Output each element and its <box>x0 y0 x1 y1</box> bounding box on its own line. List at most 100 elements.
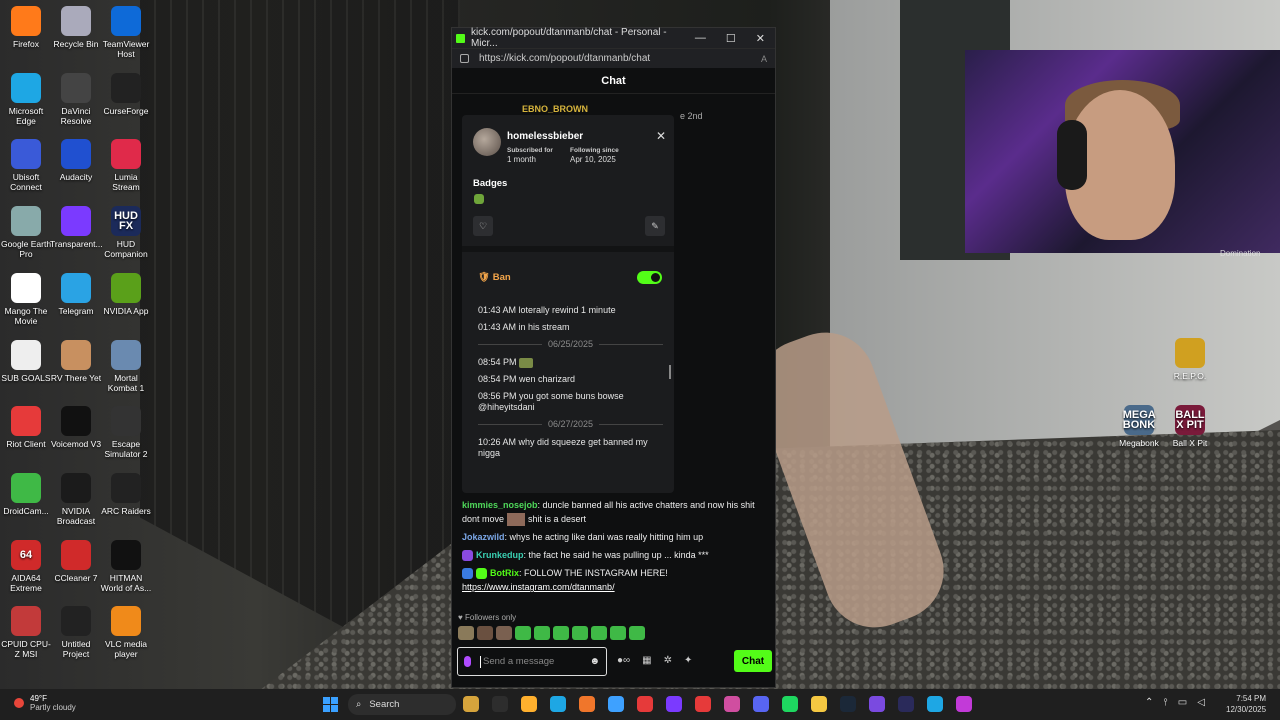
emote-icon[interactable] <box>572 626 588 640</box>
desktop-icon[interactable]: HUD FX HUD Companion <box>100 202 152 259</box>
desktop-icon[interactable]: Escape Simulator 2 <box>100 402 152 459</box>
desktop-icon[interactable]: Mango The Movie <box>0 269 52 326</box>
desktop-icon[interactable]: Telegram <box>50 269 102 316</box>
taskbar-app-icon[interactable] <box>927 696 943 712</box>
taskbar-app-icon[interactable] <box>666 696 682 712</box>
desktop-icon[interactable]: 64 AIDA64 Extreme <box>0 536 52 593</box>
url-text[interactable]: https://kick.com/popout/dtanmanb/chat <box>479 53 650 64</box>
chat-username[interactable]: kimmies_nosejob <box>462 500 538 510</box>
chat-popup-window[interactable]: kick.com/popout/dtanmanb/chat - Personal… <box>451 27 776 688</box>
minimize-icon[interactable]: — <box>695 32 706 45</box>
emote-icon[interactable] <box>610 626 626 640</box>
send-chat-button[interactable]: Chat <box>734 650 772 672</box>
taskbar-app-icon[interactable] <box>637 696 653 712</box>
emote-icon[interactable] <box>477 626 493 640</box>
taskbar-app-icon[interactable] <box>492 696 508 712</box>
windows-start-icon[interactable] <box>323 697 338 712</box>
message-time: 08:56 PM <box>478 391 520 401</box>
desktop-icon[interactable]: Transparent... <box>50 202 103 249</box>
subscriber-badge-icon <box>474 194 484 204</box>
taskbar-app-icon[interactable] <box>550 696 566 712</box>
heart-icon[interactable]: ♡ <box>473 216 493 236</box>
desktop-icon[interactable]: DaVinci Resolve <box>50 69 102 126</box>
close-window-icon[interactable]: ✕ <box>756 32 765 45</box>
window-titlebar[interactable]: kick.com/popout/dtanmanb/chat - Personal… <box>452 27 775 49</box>
desktop-icon[interactable]: Lumia Stream <box>100 135 152 192</box>
emote-icon[interactable] <box>629 626 645 640</box>
emote-icon[interactable] <box>496 626 512 640</box>
chat-username[interactable]: Jokazwild <box>462 532 505 542</box>
desktop-icon[interactable]: Recycle Bin <box>50 2 102 49</box>
mic-tray-icon[interactable]: ⫯ <box>1163 697 1167 708</box>
mute-icon[interactable]: ✎ <box>645 216 665 236</box>
desktop-icon[interactable]: R.E.P.O. <box>1164 334 1216 381</box>
desktop-icon[interactable]: SUB GOALS <box>0 336 52 383</box>
desktop-icon[interactable]: Microsoft Edge <box>0 69 52 126</box>
desktop-icon[interactable]: DroidCam... <box>0 469 52 516</box>
desktop-icon[interactable]: Mortal Kombat 1 <box>100 336 152 393</box>
users-icon[interactable]: ●∞ <box>617 655 630 666</box>
desktop-icon[interactable]: CCleaner 7 <box>50 536 102 583</box>
chat-username[interactable]: Krunkedup <box>476 550 524 560</box>
chevron-up-icon[interactable]: ⌃ <box>1145 697 1153 708</box>
emote-icon[interactable] <box>591 626 607 640</box>
clock[interactable]: 7:54 PM 12/30/2025 <box>1226 693 1266 715</box>
chat-text: whys he acting like dani was really hitt… <box>509 532 704 543</box>
desktop-icon[interactable]: TeamViewer Host <box>100 2 152 59</box>
taskbar-app-icon[interactable] <box>695 696 711 712</box>
desktop-icon[interactable]: NVIDIA Broadcast <box>50 469 102 526</box>
store-icon[interactable]: ▦ <box>642 655 651 666</box>
ban-toggle[interactable] <box>637 271 662 284</box>
desktop-icon[interactable]: BALL X PIT Ball X Pit <box>1164 401 1216 448</box>
desktop-icon[interactable]: RV There Yet <box>50 336 102 383</box>
read-aloud-icon[interactable]: A <box>761 54 767 64</box>
volume-icon[interactable]: ◁ <box>1197 697 1205 708</box>
desktop-icon[interactable]: CurseForge <box>100 69 152 116</box>
obscured-text: e 2nd <box>680 111 703 121</box>
history-scrollbar[interactable] <box>669 365 671 379</box>
taskbar-app-icon[interactable] <box>782 696 798 712</box>
emote-bar[interactable] <box>458 626 645 640</box>
taskbar-app-icon[interactable] <box>463 696 479 712</box>
close-icon[interactable]: ✕ <box>656 129 666 143</box>
desktop-icon[interactable]: Riot Client <box>0 402 52 449</box>
taskbar-app-icon[interactable] <box>956 696 972 712</box>
chat-link[interactable]: https://www.instagram.com/dtanmanb/ <box>462 582 615 592</box>
desktop-icon[interactable]: NVIDIA App <box>100 269 152 316</box>
desktop-icon[interactable]: Firefox <box>0 2 52 49</box>
desktop-icon[interactable]: Ubisoft Connect <box>0 135 52 192</box>
desktop-icon[interactable]: Voicemod V3 <box>50 402 102 449</box>
taskbar-app-icon[interactable] <box>579 696 595 712</box>
emote-icon[interactable] <box>534 626 550 640</box>
taskbar-app-icon[interactable] <box>753 696 769 712</box>
desktop-icon[interactable]: Google Earth Pro <box>0 202 52 259</box>
desktop-icon[interactable]: Untitled Project <box>50 602 102 659</box>
gear-icon[interactable]: ✲ <box>664 655 672 666</box>
desktop-icon[interactable]: CPUID CPU-Z MSI <box>0 602 52 659</box>
desktop-icon[interactable]: ARC Raiders <box>100 469 152 516</box>
desktop-icon[interactable]: MEGA BONK Megabonk <box>1113 401 1165 448</box>
desktop-icon[interactable]: VLC media player <box>100 602 152 659</box>
maximize-icon[interactable]: ☐ <box>726 32 736 45</box>
mic-icon[interactable] <box>464 656 471 667</box>
taskbar-app-icon[interactable] <box>521 696 537 712</box>
emoji-icon[interactable]: ☻ <box>589 656 600 667</box>
taskbar-app-icon[interactable] <box>724 696 740 712</box>
emote-icon[interactable] <box>515 626 531 640</box>
weather-widget[interactable]: 49°F Partly cloudy <box>14 694 76 712</box>
message-input[interactable]: Send a message ☻ <box>457 647 607 676</box>
address-bar[interactable]: https://kick.com/popout/dtanmanb/chat A <box>452 48 775 68</box>
desktop-icon[interactable]: HITMAN World of As... <box>100 536 152 593</box>
emote-icon[interactable] <box>458 626 474 640</box>
taskbar-app-icon[interactable] <box>608 696 624 712</box>
chat-username[interactable]: BotRix <box>490 568 519 578</box>
taskbar-app-icon[interactable] <box>869 696 885 712</box>
network-icon[interactable]: ▭ <box>1178 697 1187 708</box>
taskbar-search[interactable]: ⌕ Search <box>348 694 456 715</box>
taskbar-app-icon[interactable] <box>811 696 827 712</box>
taskbar-app-icon[interactable] <box>840 696 856 712</box>
taskbar-app-icon[interactable] <box>898 696 914 712</box>
puzzle-icon[interactable]: ✦ <box>684 655 692 666</box>
desktop-icon[interactable]: Audacity <box>50 135 102 182</box>
emote-icon[interactable] <box>553 626 569 640</box>
